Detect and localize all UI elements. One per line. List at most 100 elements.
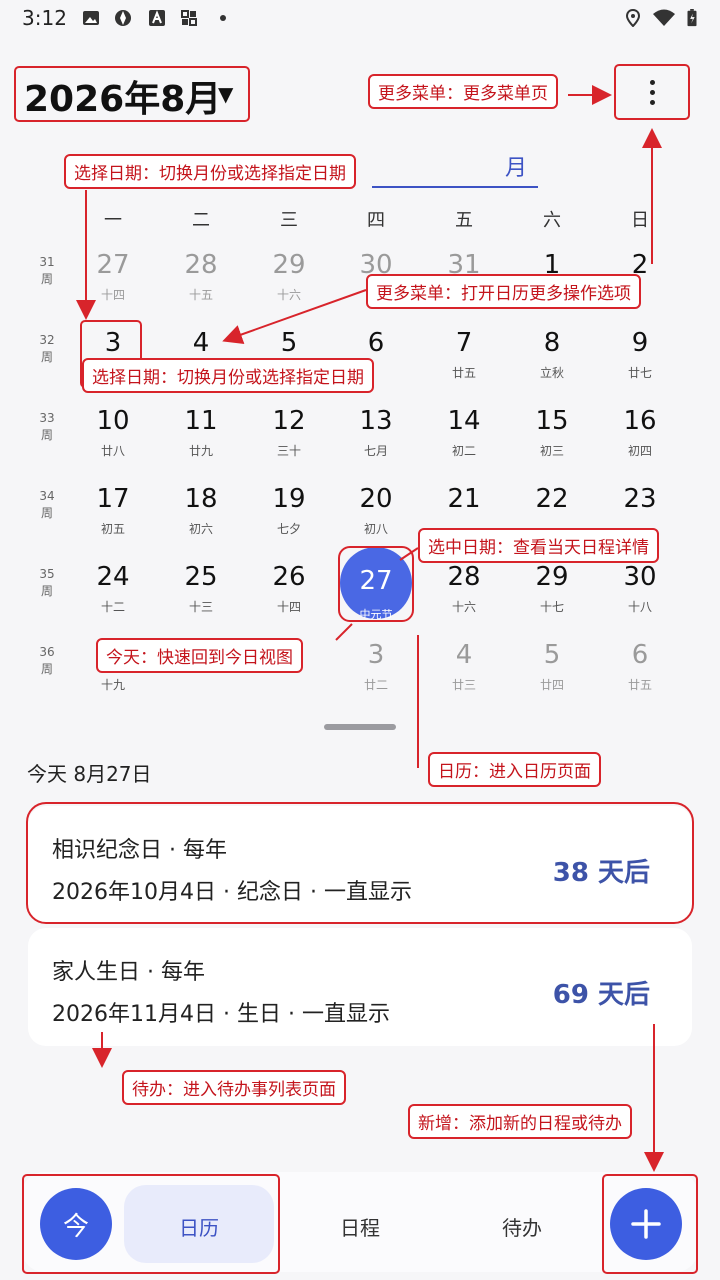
annotation-box: [26, 802, 694, 924]
annotation-label: 待办：进入待办事列表页面: [122, 1070, 346, 1105]
lunar-date: 十六: [451, 600, 476, 614]
aperture-icon: [115, 10, 131, 26]
day-number: 11: [184, 406, 218, 436]
day-cell[interactable]: 7 廿五: [424, 328, 504, 398]
day-cell[interactable]: 17 初五: [73, 484, 153, 554]
lunar-date: 廿四: [539, 678, 564, 692]
day-number: 3: [367, 640, 385, 670]
day-cell[interactable]: 8 立秋: [512, 328, 592, 398]
lunar-date: 廿八: [100, 444, 125, 458]
annotation-label: 选中日期：查看当天日程详情: [418, 528, 659, 563]
day-number: 29: [535, 562, 569, 592]
today-date-label: 今天 8月27日: [27, 762, 152, 786]
day-cell[interactable]: 29 十六: [249, 250, 329, 320]
day-cell[interactable]: 28 十六: [424, 562, 504, 632]
weekday-label: 日: [631, 210, 649, 231]
annotation-box: [614, 64, 690, 120]
location-icon: [625, 9, 641, 27]
annotation-box: [14, 66, 250, 122]
day-cell[interactable]: 11 廿九: [161, 406, 241, 476]
day-cell[interactable]: 9 廿七: [600, 328, 680, 398]
day-number: 14: [447, 406, 481, 436]
week-number: 31 周: [30, 254, 64, 288]
day-number: 22: [535, 484, 569, 514]
day-cell[interactable]: 24 十二: [73, 562, 153, 632]
week-number: 35 周: [30, 566, 64, 600]
week-number-value: 33: [39, 411, 55, 425]
drag-handle[interactable]: [324, 724, 396, 730]
weekday-label: 四: [367, 210, 385, 231]
day-cell[interactable]: 28 十五: [161, 250, 241, 320]
day-cell[interactable]: 15 初三: [512, 406, 592, 476]
day-cell[interactable]: 12 三十: [249, 406, 329, 476]
annotation-label: 更多菜单：打开日历更多操作选项: [366, 274, 641, 309]
status-time: 3:12: [22, 6, 67, 30]
annotation-box: [22, 1174, 280, 1274]
annotation-box: [338, 546, 414, 622]
day-number: 4: [455, 640, 473, 670]
wifi-icon: [653, 9, 675, 26]
lunar-date: 初八: [363, 522, 388, 536]
day-number: 26: [272, 562, 306, 592]
lunar-date: 十四: [100, 288, 125, 302]
lunar-date: 三十: [276, 444, 301, 458]
day-cell[interactable]: 18 初六: [161, 484, 241, 554]
day-number: 28: [447, 562, 481, 592]
day-cell[interactable]: 6 廿五: [600, 640, 680, 710]
day-number: 29: [272, 250, 306, 280]
day-cell[interactable]: 19 七夕: [249, 484, 329, 554]
lunar-date: 十八: [627, 600, 652, 614]
day-number: 27: [96, 250, 130, 280]
event-card[interactable]: 家人生日 · 每年 2026年11月4日 · 生日 · 一直显示 69 天后: [28, 928, 692, 1046]
day-cell[interactable]: 29 十七: [512, 562, 592, 632]
week-number: 36 周: [30, 644, 64, 678]
lunar-date: 廿七: [627, 366, 652, 380]
lunar-date: 十二: [100, 600, 125, 614]
dot-icon: [220, 15, 226, 21]
tab-month[interactable]: 月: [505, 150, 527, 182]
day-cell[interactable]: 30 十八: [600, 562, 680, 632]
day-cell[interactable]: 3 廿二: [336, 640, 416, 710]
lunar-date: 廿三: [451, 678, 476, 692]
tab-schedule[interactable]: 日程: [300, 1212, 420, 1241]
lunar-date: 初二: [451, 444, 476, 458]
week-number-unit: 周: [40, 584, 53, 598]
day-cell[interactable]: 4 廿三: [424, 640, 504, 710]
weekday-label: 一: [104, 210, 122, 231]
lunar-date: 初五: [100, 522, 125, 536]
day-number: 8: [543, 328, 561, 358]
lunar-date: 七夕: [276, 522, 301, 536]
tab-todo[interactable]: 待办: [462, 1212, 582, 1241]
day-cell[interactable]: 26 十四: [249, 562, 329, 632]
day-cell[interactable]: 16 初四: [600, 406, 680, 476]
day-number: 9: [631, 328, 649, 358]
day-cell[interactable]: 5 廿四: [512, 640, 592, 710]
day-cell[interactable]: 20 初八: [336, 484, 416, 554]
day-cell[interactable]: 10 廿八: [73, 406, 153, 476]
tab-month-indicator: [372, 186, 538, 188]
day-number: 15: [535, 406, 569, 436]
event-countdown: 69 天后: [552, 980, 650, 1010]
day-number: 19: [272, 484, 306, 514]
week-number-unit: 周: [40, 662, 53, 676]
week-number-value: 35: [39, 567, 55, 581]
day-number: 21: [447, 484, 481, 514]
day-number: 6: [367, 328, 385, 358]
day-number: 10: [96, 406, 130, 436]
battery-charging-icon: [687, 9, 697, 27]
week-number-value: 34: [39, 489, 55, 503]
week-number-value: 36: [39, 645, 55, 659]
lunar-date: 十三: [188, 600, 213, 614]
lunar-date: 初六: [188, 522, 213, 536]
weekday-label: 三: [280, 210, 298, 231]
lunar-date: 七月: [363, 444, 388, 458]
day-number: 6: [631, 640, 649, 670]
day-cell[interactable]: 27 十四: [73, 250, 153, 320]
day-cell[interactable]: 13 七月: [336, 406, 416, 476]
day-number: 13: [359, 406, 393, 436]
day-number: 4: [192, 328, 210, 358]
day-cell[interactable]: 25 十三: [161, 562, 241, 632]
annotation-label: 日历：进入日历页面: [428, 752, 601, 787]
week-number: 34 周: [30, 488, 64, 522]
day-cell[interactable]: 14 初二: [424, 406, 504, 476]
